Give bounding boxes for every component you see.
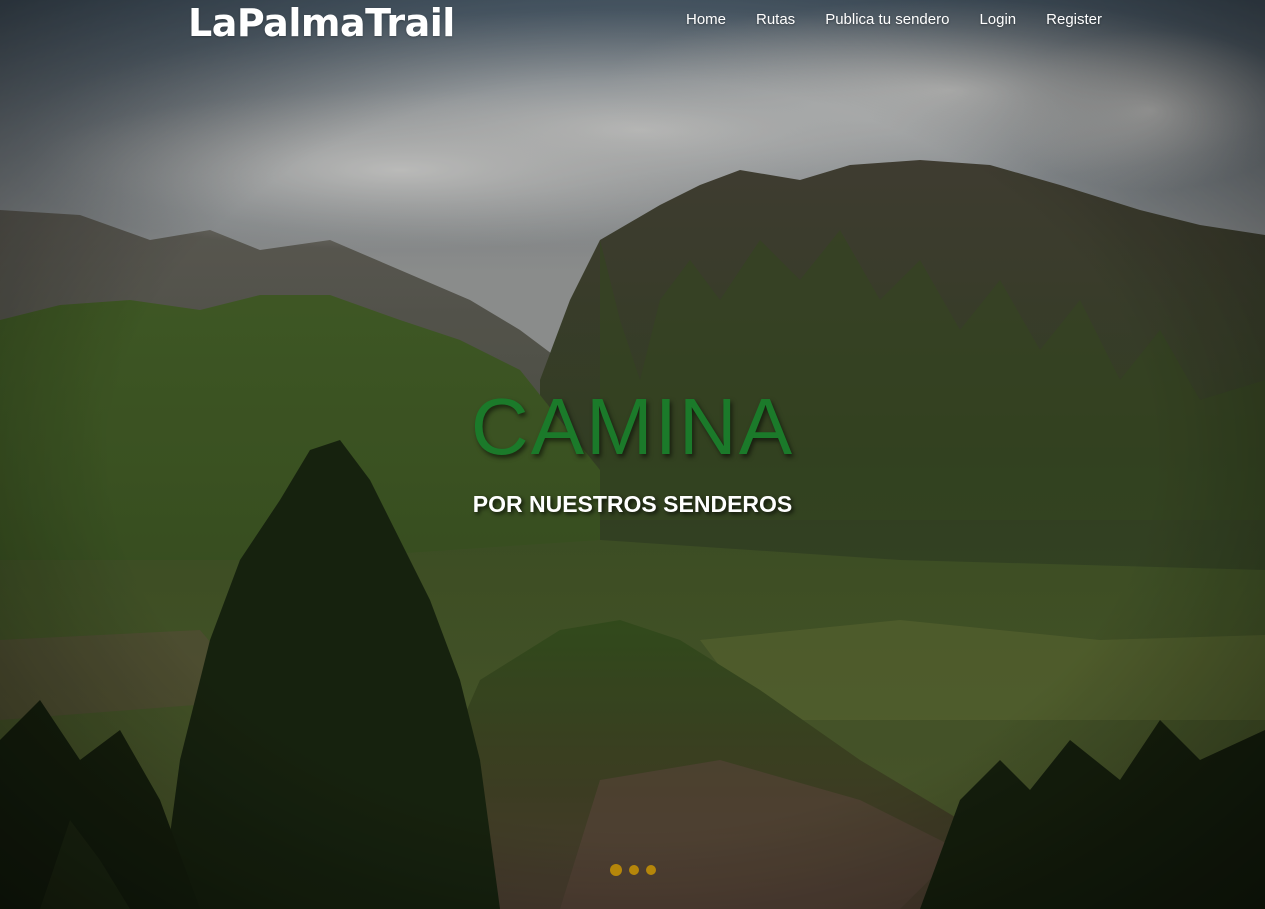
nav-link-login[interactable]: Login <box>979 11 1016 28</box>
carousel-indicator-1[interactable] <box>609 864 622 876</box>
hero-title: CAMINA <box>470 382 795 471</box>
nav-item-home: Home <box>686 10 726 30</box>
nav-item-rutas: Rutas <box>756 10 795 30</box>
hero-subtitle: POR NUESTROS SENDEROS <box>472 491 793 517</box>
nav-item-publish: Publica tu sendero <box>825 10 949 30</box>
nav-item-register: Register <box>1046 10 1102 30</box>
nav-link-rutas[interactable]: Rutas <box>756 11 795 28</box>
carousel-indicator-2[interactable] <box>628 865 639 875</box>
hero-caption: CAMINA POR NUESTROS SENDEROS <box>0 384 1265 518</box>
nav-link-publish-trail[interactable]: Publica tu sendero <box>825 11 949 28</box>
nav-link-home[interactable]: Home <box>686 11 726 28</box>
carousel-indicators <box>0 864 1265 876</box>
carousel-indicator-3[interactable] <box>645 865 656 875</box>
nav-link-register[interactable]: Register <box>1046 11 1102 28</box>
brand-logo[interactable]: LaPalmaTrail <box>188 0 455 46</box>
nav-item-login: Login <box>979 10 1016 30</box>
nav-links: Home Rutas Publica tu sendero Login Regi… <box>686 10 1102 30</box>
top-navbar: LaPalmaTrail Home Rutas Publica tu sende… <box>0 0 1265 46</box>
hero-carousel: LaPalmaTrail Home Rutas Publica tu sende… <box>0 0 1265 909</box>
